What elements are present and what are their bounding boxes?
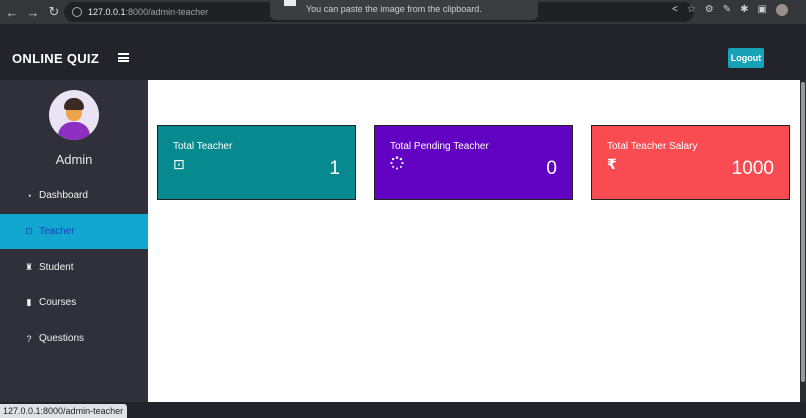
toast-text: You can paste the image from the clipboa… bbox=[306, 4, 482, 14]
card-title: Total Teacher bbox=[173, 141, 233, 152]
main-content: Total Teacher ⊡ 1 Total Pending Teacher … bbox=[148, 80, 800, 402]
total-pending-teacher-card: Total Pending Teacher 0 bbox=[374, 125, 573, 200]
url-host: 127.0.0.1 bbox=[88, 7, 126, 17]
sidebar-item-label: Student bbox=[39, 262, 74, 273]
student-icon: ♜ bbox=[24, 262, 34, 272]
sidebar-item-label: Courses bbox=[39, 297, 77, 308]
card-value: 1 bbox=[329, 158, 340, 179]
pen-icon[interactable]: ✎ bbox=[723, 4, 731, 16]
brand-title: ONLINE QUIZ bbox=[12, 51, 100, 66]
topbar: ONLINE QUIZ Logout bbox=[0, 24, 806, 80]
reload-icon[interactable]: ↻ bbox=[45, 4, 63, 20]
spinner-icon bbox=[390, 156, 404, 173]
book-icon: ▮ bbox=[26, 297, 32, 307]
sidebar-item-questions[interactable]: ? Questions bbox=[0, 321, 148, 356]
sidepanel-icon[interactable]: ▣ bbox=[758, 4, 767, 16]
card-title: Total Pending Teacher bbox=[390, 141, 489, 152]
clipboard-toast: You can paste the image from the clipboa… bbox=[270, 0, 538, 20]
avatar-hair bbox=[64, 98, 84, 110]
total-teacher-salary-card: Total Teacher Salary ₹ 1000 bbox=[591, 125, 790, 200]
card-title: Total Teacher Salary bbox=[607, 141, 698, 152]
sidebar-item-courses[interactable]: ▮ Courses bbox=[0, 285, 148, 320]
sidebar: Admin ◔ Dashboard ⊡ Teacher ♜ Student ▮ … bbox=[0, 80, 148, 418]
card-value: 1000 bbox=[731, 158, 774, 179]
scroll-thumb[interactable] bbox=[801, 82, 805, 382]
browser-toolbar: ← → ↻ 127.0.0.1:8000/admin-teacher You c… bbox=[0, 0, 806, 24]
profile-avatar-icon[interactable] bbox=[776, 4, 788, 16]
total-teacher-card: Total Teacher ⊡ 1 bbox=[157, 125, 356, 200]
status-url: 127.0.0.1:8000/admin-teacher bbox=[0, 404, 128, 418]
sidebar-item-label: Questions bbox=[39, 333, 85, 344]
avatar bbox=[49, 90, 99, 140]
sidebar-item-label: Dashboard bbox=[39, 190, 88, 201]
dashboard-icon: ◔ bbox=[26, 190, 32, 201]
toast-icon bbox=[284, 0, 296, 6]
logout-button[interactable]: Logout bbox=[728, 48, 764, 68]
teacher-icon: ⊡ bbox=[25, 226, 33, 236]
rupee-icon: ₹ bbox=[607, 156, 617, 172]
chalkboard-teacher-icon: ⊡ bbox=[173, 156, 185, 172]
extension-gear-icon[interactable]: ⚙ bbox=[705, 4, 714, 16]
star-icon[interactable]: ☆ bbox=[687, 4, 696, 16]
hamburger-icon[interactable] bbox=[118, 53, 129, 62]
app: ONLINE QUIZ Logout Admin ◔ Dashboard ⊡ T… bbox=[0, 24, 806, 418]
browser-extensions: < ☆ ⚙ ✎ ✱ ▣ bbox=[672, 4, 788, 16]
avatar-body bbox=[58, 122, 90, 140]
card-value: 0 bbox=[546, 158, 557, 179]
sidebar-item-student[interactable]: ♜ Student bbox=[0, 250, 148, 285]
admin-name: Admin bbox=[55, 152, 93, 167]
back-icon[interactable]: ← bbox=[3, 5, 21, 20]
page-scrollbar[interactable] bbox=[800, 80, 806, 402]
puzzle-icon[interactable]: ✱ bbox=[740, 4, 748, 16]
sidebar-item-label: Teacher bbox=[39, 226, 75, 237]
forward-icon[interactable]: → bbox=[24, 5, 42, 20]
sidebar-item-dashboard[interactable]: ◔ Dashboard bbox=[0, 178, 148, 213]
question-icon: ? bbox=[26, 333, 32, 344]
share-icon[interactable]: < bbox=[672, 4, 678, 16]
sidebar-item-teacher[interactable]: ⊡ Teacher bbox=[0, 214, 148, 249]
url-path: :8000/admin-teacher bbox=[125, 7, 209, 17]
site-info-icon[interactable] bbox=[72, 7, 82, 17]
